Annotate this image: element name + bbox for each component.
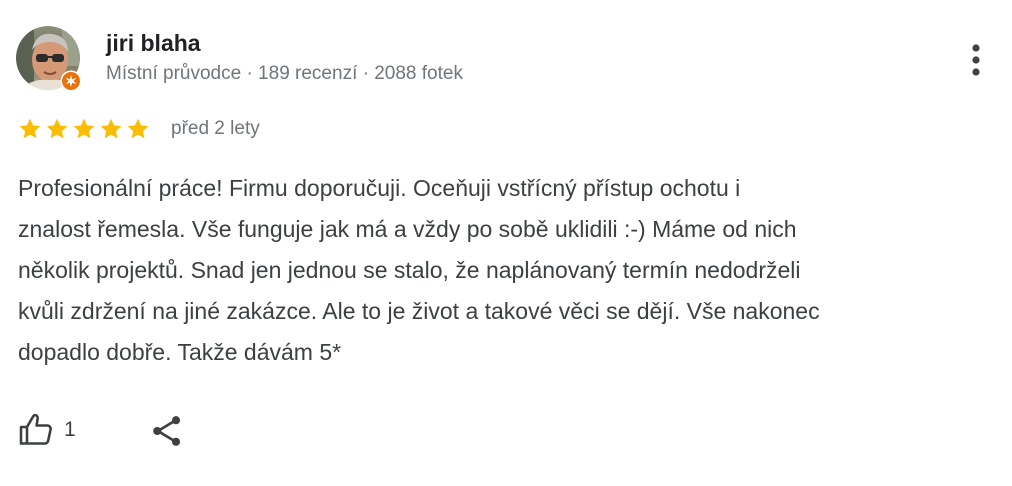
- star-icon: [100, 118, 122, 139]
- author-meta: Místní průvodce · 189 recenzí · 2088 fot…: [106, 63, 463, 84]
- review-date: před 2 lety: [171, 118, 260, 139]
- star-rating: [18, 117, 150, 141]
- avatar[interactable]: [16, 26, 82, 92]
- thumbs-up-icon: [19, 413, 52, 445]
- share-button[interactable]: [149, 413, 185, 449]
- like-count: 1: [64, 418, 76, 441]
- more-options-button[interactable]: [958, 40, 994, 80]
- author-name[interactable]: jiri blaha: [106, 30, 201, 57]
- star-icon: [73, 118, 95, 139]
- review-text: Profesionální práce! Firmu doporučuji. O…: [18, 175, 820, 365]
- star-icon: [19, 118, 41, 139]
- local-guide-badge-icon: [60, 70, 82, 92]
- more-vert-icon: [972, 44, 980, 76]
- star-icon: [46, 118, 68, 139]
- like-button[interactable]: 1: [18, 412, 76, 448]
- share-icon: [153, 416, 181, 446]
- star-icon: [127, 118, 149, 139]
